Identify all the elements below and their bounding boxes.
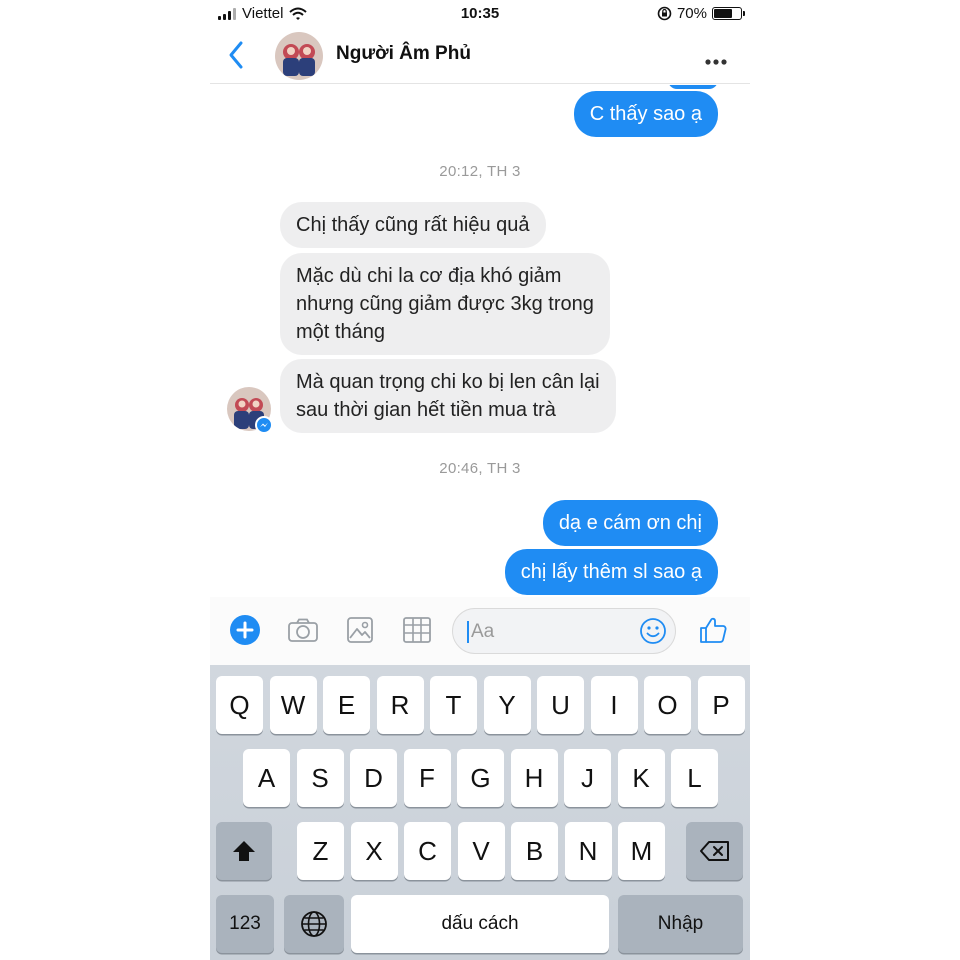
key-f[interactable]: F [403, 749, 451, 807]
return-key[interactable]: Nhập [618, 895, 743, 953]
message-input[interactable] [471, 619, 631, 645]
grid-apps-icon [403, 617, 431, 643]
key-v[interactable]: V [457, 822, 505, 880]
battery-icon [712, 7, 745, 20]
key-r[interactable]: R [376, 676, 424, 734]
key-m[interactable]: M [618, 822, 665, 880]
key-j[interactable]: J [564, 749, 611, 807]
conversation-header: Người Âm Phủ [210, 28, 750, 84]
key-b[interactable]: B [511, 822, 558, 880]
message-line: sau thời gian hết tiền mua trà [296, 399, 556, 421]
more-options-button[interactable] [704, 46, 728, 72]
backspace-icon [699, 841, 729, 861]
message-line: nhưng cũng giảm được 3kg trong [296, 293, 594, 315]
back-chevron-icon [229, 41, 243, 69]
key-u[interactable]: U [537, 676, 584, 734]
camera-icon [288, 618, 318, 642]
globe-key[interactable] [284, 895, 344, 953]
composer-bar [210, 597, 750, 665]
timestamp: 20:46, TH 3 [439, 460, 521, 477]
key-c[interactable]: C [404, 822, 451, 880]
status-bar: Viettel 10:35 70% [210, 0, 750, 28]
message-line: một tháng [296, 321, 385, 343]
contact-name[interactable]: Người Âm Phủ [336, 43, 471, 65]
text-cursor [467, 621, 469, 643]
orientation-lock-icon [657, 6, 672, 21]
camera-button[interactable] [286, 613, 320, 647]
gallery-button[interactable] [343, 613, 377, 647]
key-q[interactable]: Q [216, 676, 263, 734]
message-bubble-incoming[interactable]: Mặc dù chi la cơ địa khó giảm nhưng cũng… [280, 253, 610, 355]
space-key[interactable]: dấu cách [351, 895, 609, 953]
image-icon [347, 617, 373, 643]
shift-key[interactable] [216, 822, 272, 880]
contact-avatar[interactable] [275, 32, 323, 80]
phone-screen: Viettel 10:35 70% Người Âm Phủ C thấy sa… [210, 0, 750, 960]
key-x[interactable]: X [350, 822, 398, 880]
message-bubble-outgoing[interactable]: C thấy sao ạ [573, 91, 718, 137]
key-n[interactable]: N [564, 822, 612, 880]
message-bubble-outgoing[interactable]: chị lấy thêm sl sao ạ [504, 549, 718, 595]
battery-level [714, 9, 733, 18]
key-h[interactable]: H [510, 749, 558, 807]
messenger-badge-icon [255, 416, 273, 434]
key-p[interactable]: P [697, 676, 745, 734]
key-i[interactable]: I [590, 676, 638, 734]
backspace-key[interactable] [686, 822, 743, 880]
key-s[interactable]: S [296, 749, 344, 807]
key-d[interactable]: D [350, 749, 397, 807]
status-right: 70% [657, 5, 745, 22]
back-button[interactable] [222, 38, 252, 72]
emoji-icon [640, 618, 666, 644]
key-k[interactable]: K [617, 749, 665, 807]
timestamp: 20:12, TH 3 [439, 163, 521, 180]
thumbs-up-icon [700, 617, 727, 643]
message-bubble-incoming[interactable]: Chị thấy cũng rất hiệu quả [280, 202, 546, 248]
plus-icon [230, 615, 260, 645]
apps-button[interactable] [400, 613, 434, 647]
emoji-button[interactable] [639, 617, 667, 645]
keyboard: QWERTYUIOP ASDFGHJKL ZXCVBNM 123 dấu các… [210, 665, 750, 960]
message-bubble-outgoing[interactable]: dạ e cám ơn chị [542, 500, 718, 546]
message-bubble-partial[interactable] [668, 85, 718, 89]
battery-percent: 70% [676, 5, 707, 22]
message-bubble-incoming[interactable]: Mà quan trọng chi ko bị len cân lại sau … [280, 359, 616, 433]
key-o[interactable]: O [644, 676, 691, 734]
message-list[interactable]: C thấy sao ạ 20:12, TH 3 Chị thấy cũng r… [210, 85, 750, 597]
shift-icon [233, 841, 255, 861]
key-e[interactable]: E [323, 676, 370, 734]
key-z[interactable]: Z [297, 822, 344, 880]
more-actions-button[interactable] [228, 613, 262, 647]
key-w[interactable]: W [269, 676, 317, 734]
like-button[interactable] [696, 613, 730, 647]
key-y[interactable]: Y [483, 676, 531, 734]
more-dots-icon [705, 59, 727, 65]
globe-icon [301, 911, 327, 937]
key-l[interactable]: L [671, 749, 718, 807]
numbers-key[interactable]: 123 [216, 895, 274, 953]
message-line: Mà quan trọng chi ko bị len cân lại [296, 371, 600, 393]
message-input-field[interactable] [452, 608, 676, 654]
key-g[interactable]: G [457, 749, 504, 807]
message-line: Mặc dù chi la cơ địa khó giảm [296, 265, 562, 287]
key-t[interactable]: T [430, 676, 477, 734]
key-a[interactable]: A [243, 749, 290, 807]
